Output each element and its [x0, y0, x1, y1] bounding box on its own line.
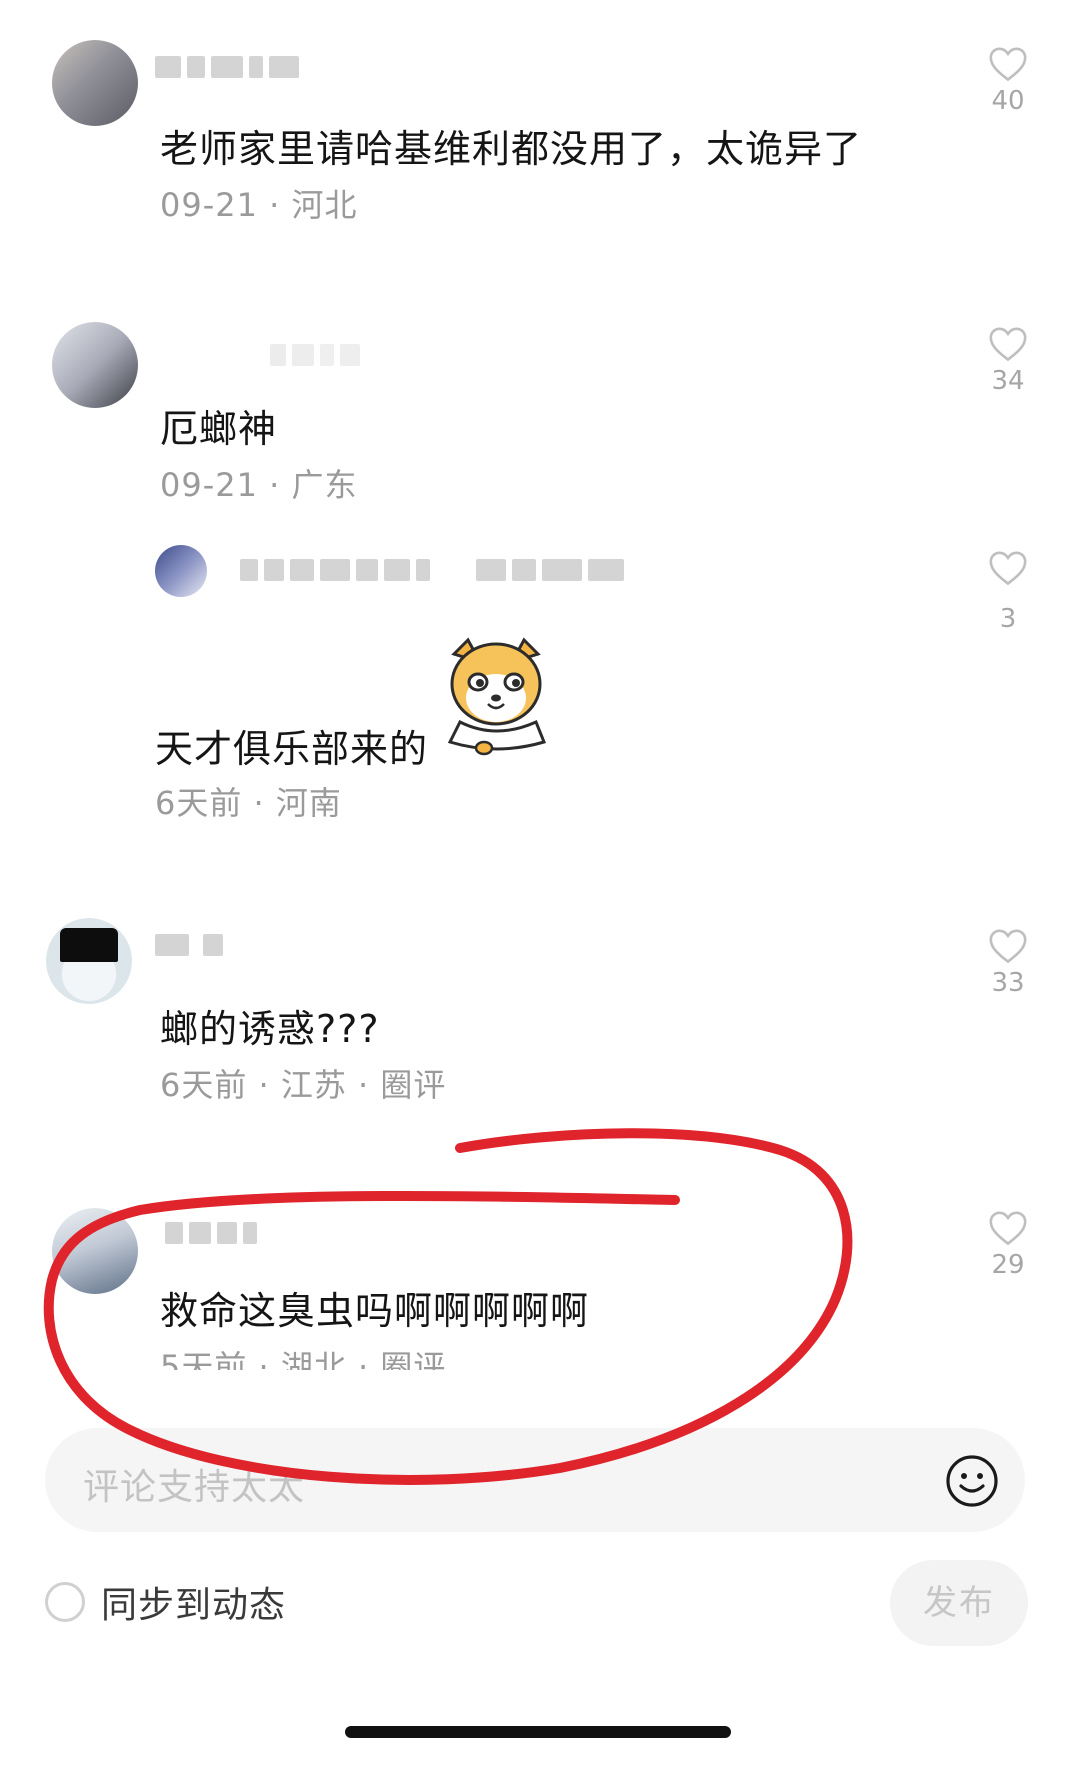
comment-meta: 6天前 · 江苏 · 圈评 — [160, 1066, 447, 1104]
home-indicator[interactable] — [345, 1726, 731, 1738]
comment-text: 救命这臭虫吗啊啊啊啊啊 — [160, 1289, 590, 1333]
sync-label: 同步到动态 — [101, 1585, 287, 1626]
username-obscured[interactable] — [270, 340, 360, 370]
avatar[interactable] — [52, 40, 138, 126]
avatar[interactable] — [155, 545, 207, 597]
smiley-face-icon[interactable] — [945, 1454, 999, 1508]
shiba-dog-sticker — [447, 637, 547, 756]
sync-to-feed-toggle[interactable]: 同步到动态 — [45, 1580, 286, 1626]
username-obscured[interactable] — [155, 52, 299, 82]
avatar[interactable] — [52, 322, 138, 408]
avatar[interactable] — [52, 1208, 138, 1294]
avatar[interactable] — [46, 918, 132, 1004]
username-obscured[interactable] — [240, 555, 624, 585]
heart-outline-icon — [989, 327, 1027, 362]
like-count: 40 — [991, 86, 1025, 116]
like-button[interactable]: 33 — [968, 928, 1048, 998]
sync-radio[interactable] — [45, 1582, 85, 1622]
like-count: 33 — [991, 968, 1025, 998]
heart-outline-icon — [989, 929, 1027, 964]
username-obscured[interactable] — [155, 930, 223, 960]
like-count: 34 — [991, 366, 1025, 396]
comment-text: 老师家里请哈基维利都没用了，太诡异了 — [160, 127, 863, 171]
heart-outline-icon — [989, 551, 1027, 586]
like-button[interactable]: 29 — [968, 1210, 1048, 1280]
like-button[interactable]: 34 — [968, 326, 1048, 396]
heart-outline-icon — [989, 1211, 1027, 1246]
comment-meta: 09-21 · 广东 — [160, 466, 358, 504]
like-count: 3 — [999, 604, 1017, 634]
like-count: 29 — [991, 1250, 1025, 1280]
like-button[interactable]: 40 — [968, 46, 1048, 116]
comment-meta: 09-21 · 河北 — [160, 186, 358, 224]
comment-input[interactable]: 评论支持太太 — [45, 1428, 1025, 1532]
comment-meta: 6天前 · 河南 — [155, 784, 342, 822]
like-button[interactable]: 3 — [968, 550, 1048, 634]
comment-text: 螂的诱惑??? — [160, 1007, 380, 1051]
comment-text: 天才俱乐部来的 — [155, 727, 429, 771]
heart-outline-icon — [989, 47, 1027, 82]
comment-input-placeholder: 评论支持太太 — [83, 1467, 306, 1508]
publish-button[interactable]: 发布 — [890, 1560, 1028, 1646]
username-obscured[interactable] — [165, 1218, 257, 1248]
comment-text: 厄螂神 — [160, 407, 278, 451]
